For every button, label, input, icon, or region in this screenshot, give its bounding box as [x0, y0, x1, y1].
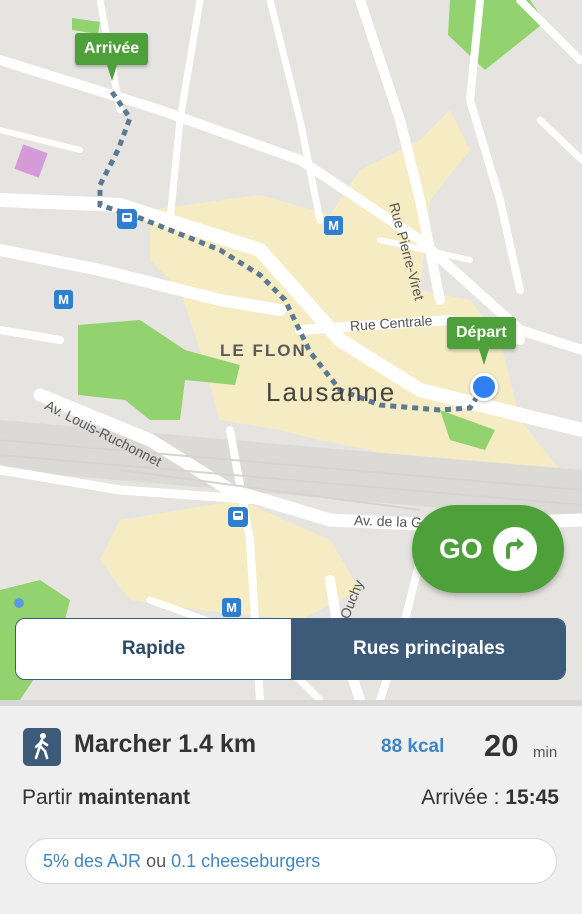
route-type-toggle[interactable]: Rapide Rues principales: [15, 618, 566, 680]
walking-person-icon: [23, 728, 61, 766]
departure-value: maintenant: [78, 786, 191, 809]
metro-station-icon[interactable]: M: [222, 598, 241, 617]
departure-pin[interactable]: Départ: [447, 317, 516, 365]
arrival-value: 15:45: [505, 786, 559, 809]
departure-time: Partir maintenant: [22, 786, 190, 810]
tab-rapide[interactable]: Rapide: [16, 619, 291, 679]
travel-mode-distance: Marcher 1.4 km: [74, 730, 257, 758]
cheeseburger-equivalent: 0.1 cheeseburgers: [171, 851, 321, 871]
district-label: LE FLON: [220, 341, 307, 360]
connector-text: ou: [146, 851, 167, 871]
calories-value: 88 kcal: [381, 736, 445, 757]
map-view[interactable]: Arrivée Départ M M M LE FLON Lausanne Ru…: [0, 0, 582, 700]
city-label: Lausanne: [266, 377, 397, 407]
ajr-percent: 5% des AJR: [43, 851, 142, 871]
arrival-prefix: Arrivée :: [421, 786, 500, 809]
tab-rues-principales[interactable]: Rues principales: [291, 619, 565, 679]
metro-station-icon[interactable]: M: [324, 216, 343, 235]
go-button[interactable]: GO: [412, 505, 564, 593]
departure-prefix: Partir: [22, 786, 73, 809]
go-button-label: GO: [439, 533, 483, 564]
poi-dot: [14, 598, 24, 608]
arrival-pin[interactable]: Arrivée: [75, 33, 149, 81]
arrival-time: Arrivée : 15:45: [421, 786, 559, 810]
duration-unit: min: [533, 744, 558, 761]
train-station-icon[interactable]: [228, 507, 248, 527]
metro-station-icon[interactable]: M: [54, 290, 73, 309]
current-location-marker: [470, 373, 498, 401]
duration-value: 20: [484, 728, 519, 763]
nutrition-equivalent: 5% des AJR ou 0.1 cheeseburgers: [25, 838, 557, 884]
train-station-icon[interactable]: [117, 209, 137, 229]
turn-right-arrow-icon: [493, 527, 537, 571]
street-label: Av. de la G: [353, 512, 423, 531]
